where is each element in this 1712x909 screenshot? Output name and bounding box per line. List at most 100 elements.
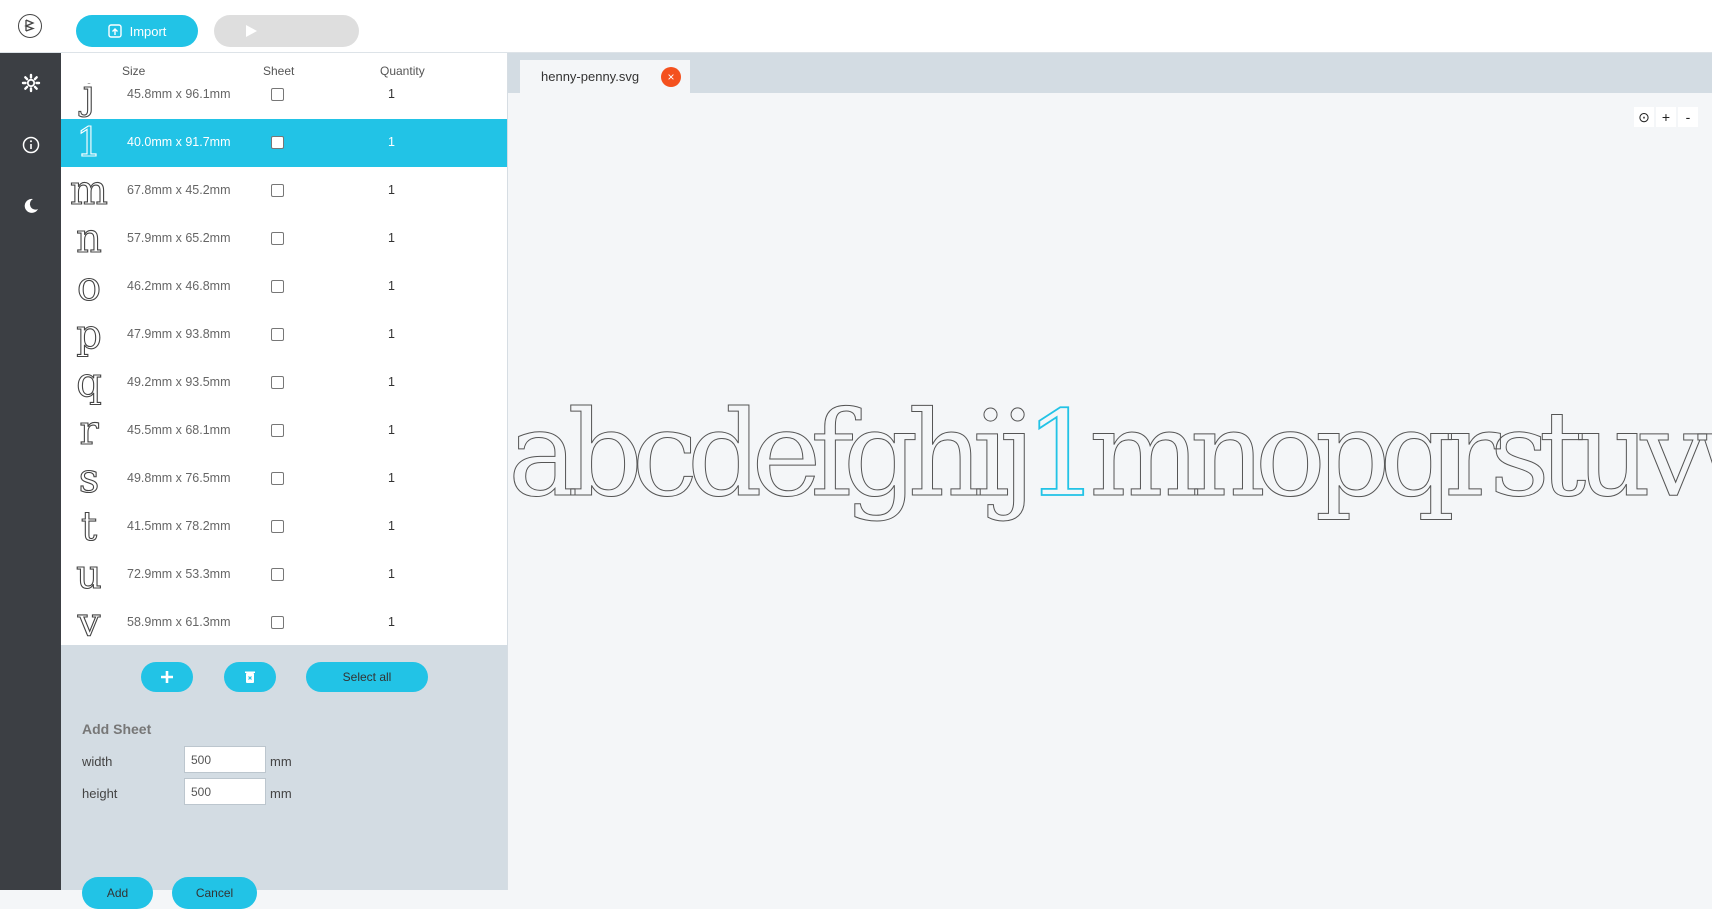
table-row[interactable]: q 49.2mm x 93.5mm 1 — [61, 359, 507, 407]
dark-mode-moon-icon[interactable] — [20, 195, 42, 217]
sheet-checkbox[interactable] — [271, 376, 284, 389]
zoom-in-button[interactable]: + — [1656, 107, 1676, 127]
part-quantity[interactable]: 1 — [388, 567, 395, 581]
part-quantity[interactable]: 1 — [388, 231, 395, 245]
part-thumbnail: 1 — [76, 120, 103, 166]
column-quantity: Quantity — [380, 64, 425, 78]
select-all-button[interactable]: Select all — [306, 662, 428, 692]
part-thumbnail: r — [79, 408, 99, 454]
table-row-selected[interactable]: 1 40.0mm x 91.7mm 1 — [61, 119, 507, 167]
trash-icon — [245, 671, 255, 683]
table-row[interactable]: m 67.8mm x 45.2mm 1 — [61, 167, 507, 215]
height-unit: mm — [270, 786, 292, 801]
part-thumbnail: n — [76, 216, 103, 262]
part-size: 49.2mm x 93.5mm — [127, 375, 231, 389]
column-size: Size — [122, 64, 146, 78]
table-row[interactable]: v 58.9mm x 61.3mm 1 — [61, 599, 507, 647]
sheet-checkbox[interactable] — [271, 232, 284, 245]
plus-icon — [161, 671, 173, 683]
table-row[interactable]: t 41.5mm x 78.2mm 1 — [61, 503, 507, 551]
part-quantity[interactable]: 1 — [388, 423, 395, 437]
add-sheet-title: Add Sheet — [82, 721, 152, 737]
part-size: 40.0mm x 91.7mm — [127, 135, 231, 149]
part-quantity[interactable]: 1 — [388, 279, 395, 293]
delete-part-button[interactable] — [224, 662, 276, 692]
height-label: height — [82, 786, 118, 801]
part-quantity[interactable]: 1 — [388, 375, 395, 389]
part-quantity[interactable]: 1 — [388, 87, 395, 101]
sheet-checkbox[interactable] — [271, 88, 284, 101]
column-sheet: Sheet — [263, 64, 295, 78]
sheet-checkbox[interactable] — [271, 184, 284, 197]
sheet-checkbox[interactable] — [271, 472, 284, 485]
tab-strip: henny-penny.svg × — [508, 53, 1712, 93]
selected-part[interactable]: 1 — [1024, 385, 1101, 523]
part-quantity[interactable]: 1 — [388, 327, 395, 341]
table-row[interactable]: j 45.8mm x 96.1mm 1 — [61, 83, 507, 119]
sheet-checkbox[interactable] — [271, 424, 284, 437]
sheet-checkbox[interactable] — [271, 616, 284, 629]
parts-before: abcdefghij — [508, 385, 1037, 523]
part-quantity[interactable]: 1 — [388, 183, 395, 197]
panel-controls: Select all Add Sheet width mm height mm … — [61, 645, 507, 909]
table-row[interactable]: p 47.9mm x 93.8mm 1 — [61, 311, 507, 359]
parts-after: mnopqrstuvwxyz — [1088, 385, 1712, 523]
parts-table-header: Size Sheet Quantity — [61, 53, 507, 83]
part-size: 57.9mm x 65.2mm — [127, 231, 231, 245]
sheet-checkbox[interactable] — [271, 520, 284, 533]
parts-list[interactable]: j 45.8mm x 96.1mm 1 1 40.0mm x 91.7mm 1 m 67.… — [61, 83, 507, 697]
part-quantity[interactable]: 1 — [388, 471, 395, 485]
sheet-checkbox[interactable] — [271, 328, 284, 341]
table-row[interactable]: r 45.5mm x 68.1mm 1 — [61, 407, 507, 455]
info-icon[interactable] — [20, 134, 42, 156]
play-icon — [246, 25, 257, 37]
width-label: width — [82, 754, 113, 769]
table-row[interactable]: s 49.8mm x 76.5mm 1 — [61, 455, 507, 503]
part-thumbnail: o — [76, 264, 102, 310]
zoom-reset-icon[interactable]: ⊙ — [1634, 107, 1654, 127]
sheet-width-input[interactable] — [184, 746, 266, 773]
cancel-button[interactable]: Cancel — [172, 877, 257, 909]
add-sheet-button[interactable]: Add — [82, 877, 153, 909]
part-thumbnail: m — [69, 168, 108, 214]
parts-panel: Size Sheet Quantity j 45.8mm x 96.1mm 1 1 4… — [61, 53, 508, 909]
part-thumbnail: p — [76, 312, 103, 358]
part-size: 41.5mm x 78.2mm — [127, 519, 231, 533]
import-button[interactable]: Import — [76, 15, 198, 47]
sheet-checkbox[interactable] — [271, 136, 284, 149]
zoom-out-button[interactable]: - — [1678, 107, 1698, 127]
sheet-checkbox[interactable] — [271, 568, 284, 581]
part-size: 45.8mm x 96.1mm — [127, 87, 231, 101]
table-row[interactable]: o 46.2mm x 46.8mm 1 — [61, 263, 507, 311]
table-row[interactable]: u 72.9mm x 53.3mm 1 — [61, 551, 507, 599]
part-thumbnail: t — [80, 504, 98, 550]
sheet-height-input[interactable] — [184, 778, 266, 805]
tab-label: henny-penny.svg — [541, 69, 640, 84]
add-part-button[interactable] — [141, 662, 193, 692]
tab-henny-penny[interactable]: henny-penny.svg × — [520, 60, 690, 93]
close-tab-icon[interactable]: × — [661, 67, 681, 87]
app-logo-icon[interactable] — [18, 14, 42, 38]
svg-canvas[interactable]: ⊙ + - abcdefghij1mnopqrstuvwxyz — [508, 93, 1712, 890]
import-icon — [107, 24, 122, 38]
table-row[interactable]: n 57.9mm x 65.2mm 1 — [61, 215, 507, 263]
part-quantity[interactable]: 1 — [388, 615, 395, 629]
part-size: 47.9mm x 93.8mm — [127, 327, 231, 341]
part-thumbnail: q — [76, 360, 103, 406]
part-size: 49.8mm x 76.5mm — [127, 471, 231, 485]
part-size: 67.8mm x 45.2mm — [127, 183, 231, 197]
sheet-checkbox[interactable] — [271, 280, 284, 293]
part-thumbnail: v — [77, 600, 101, 646]
part-quantity[interactable]: 1 — [388, 135, 395, 149]
left-sidebar — [0, 53, 61, 890]
start-nesting-button[interactable] — [214, 15, 359, 47]
part-thumbnail: j — [82, 83, 96, 118]
part-size: 46.2mm x 46.8mm — [127, 279, 231, 293]
import-label: Import — [129, 23, 167, 39]
part-quantity[interactable]: 1 — [388, 519, 395, 533]
part-size: 72.9mm x 53.3mm — [127, 567, 231, 581]
part-size: 45.5mm x 68.1mm — [127, 423, 231, 437]
zoom-controls: ⊙ + - — [1634, 107, 1698, 127]
settings-gear-icon[interactable] — [20, 72, 42, 94]
imported-svg-parts: abcdefghij1mnopqrstuvwxyz — [508, 388, 1712, 520]
